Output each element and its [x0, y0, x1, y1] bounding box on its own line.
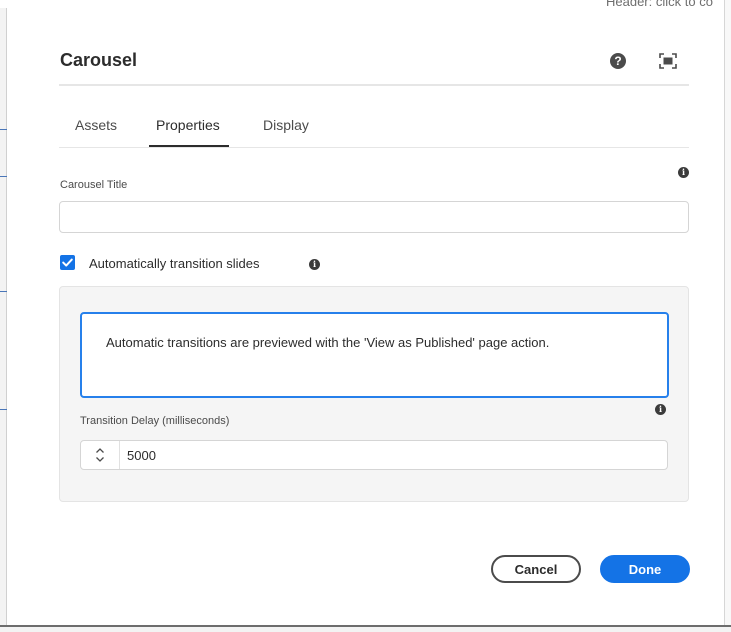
- background-page-top-edge: Header: click to co: [0, 0, 731, 9]
- carousel-dialog: Carousel ? Assets Properties Display Car…: [7, 8, 724, 625]
- tabs-divider: [59, 147, 689, 148]
- carousel-title-info-icon[interactable]: i: [678, 167, 689, 178]
- auto-transition-label[interactable]: Automatically transition slides: [89, 256, 260, 271]
- background-marker: [0, 409, 7, 410]
- dialog-title: Carousel: [60, 50, 138, 70]
- background-marker: [0, 291, 7, 292]
- transition-delay-stepper: [80, 440, 668, 470]
- cancel-button[interactable]: Cancel: [491, 555, 581, 583]
- carousel-title-input[interactable]: [59, 201, 689, 233]
- auto-transition-checkbox[interactable]: [60, 255, 75, 270]
- transition-delay-info-icon[interactable]: i: [655, 404, 666, 415]
- tab-list: Assets Properties Display: [59, 108, 689, 148]
- preview-notice: Automatic transitions are previewed with…: [80, 312, 669, 398]
- help-icon[interactable]: ?: [610, 53, 626, 69]
- background-page-right-edge: [724, 0, 731, 632]
- checkmark-icon: [62, 258, 73, 267]
- background-page-left-edge: [0, 0, 7, 632]
- chevron-up-down-icon: [96, 448, 104, 462]
- background-marker: [0, 129, 7, 130]
- background-marker: [0, 176, 7, 177]
- background-page-bottom-edge: [0, 625, 731, 632]
- tab-properties[interactable]: Properties: [156, 117, 220, 133]
- auto-transition-info-icon[interactable]: i: [309, 259, 320, 270]
- tab-display[interactable]: Display: [263, 117, 309, 133]
- carousel-title-label: Carousel Title: [60, 179, 128, 191]
- done-button[interactable]: Done: [600, 555, 690, 583]
- fullscreen-icon[interactable]: [659, 53, 677, 69]
- tab-assets[interactable]: Assets: [75, 117, 117, 133]
- transition-delay-label: Transition Delay (milliseconds): [80, 415, 230, 427]
- transition-delay-input[interactable]: [119, 441, 659, 469]
- header-divider: [59, 84, 689, 86]
- stepper-button[interactable]: [81, 441, 120, 469]
- transition-settings-panel: Automatic transitions are previewed with…: [59, 286, 689, 502]
